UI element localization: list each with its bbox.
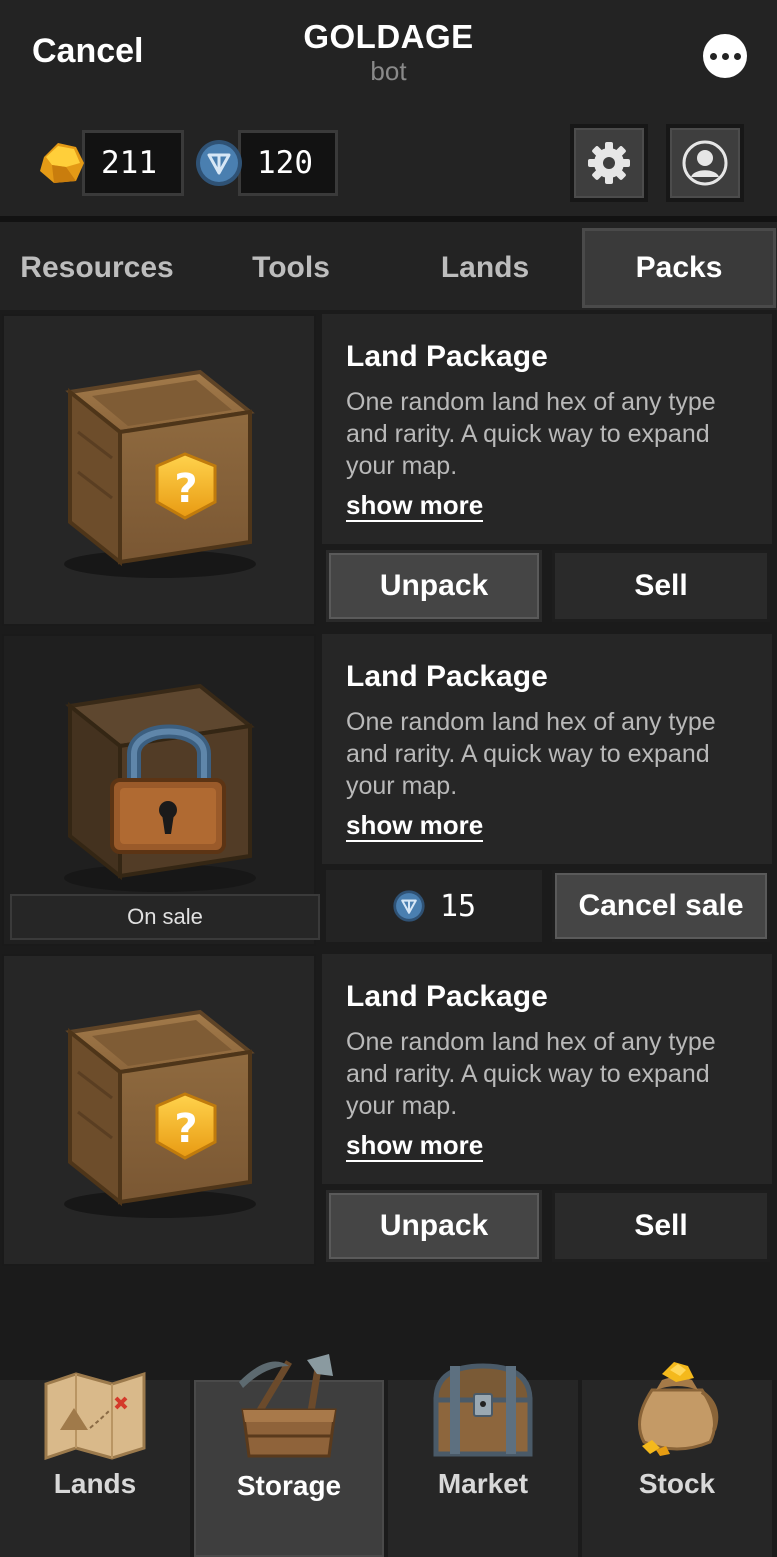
pack-description: One random land hex of any type and rari… [346, 1028, 716, 1120]
gold-nugget-icon [40, 143, 84, 183]
show-more-link[interactable]: show more [346, 810, 484, 842]
nav-label: Stock [638, 1468, 716, 1499]
chest-icon [433, 1363, 533, 1457]
nav-market[interactable]: Market [388, 1363, 578, 1557]
more-options-icon[interactable] [703, 34, 747, 78]
bottom-navigation: Lands Storage Market Stock [0, 1354, 777, 1557]
gold-amount: 211 [82, 130, 184, 196]
padlock-icon [110, 724, 226, 854]
pack-image-panel: ? [2, 954, 316, 1266]
tab-tools[interactable]: Tools [194, 228, 388, 308]
top-bar: Cancel GOLDAGE bot [0, 0, 777, 108]
pack-info: Land Package One random land hex of any … [322, 634, 772, 864]
pack-image-panel: ? [2, 314, 316, 626]
sell-button[interactable]: Sell [552, 550, 770, 622]
gear-icon [588, 142, 630, 184]
profile-button[interactable] [666, 124, 744, 202]
nav-label: Lands [53, 1468, 137, 1499]
gold-bag-icon [638, 1362, 719, 1456]
app-subtitle: bot [370, 56, 407, 86]
pack-info: Land Package One random land hex of any … [322, 954, 772, 1184]
pack-name: Land Package [346, 660, 548, 693]
cancel-sale-button[interactable]: Cancel sale [552, 870, 770, 942]
resource-bar: 211 120 [0, 108, 777, 218]
sale-price: 15 [326, 870, 542, 942]
pack-description: One random land hex of any type and rari… [346, 708, 716, 800]
price-value: 15 [439, 888, 477, 924]
unpack-button[interactable]: Unpack [326, 550, 542, 622]
pack-card: On sale Land Package One random land hex… [0, 630, 777, 946]
mystery-crate-icon: ? [64, 1009, 256, 1218]
tab-resources[interactable]: Resources [0, 228, 194, 308]
gold-balance: 211 [36, 130, 184, 196]
toolbox-icon [239, 1354, 337, 1458]
on-sale-label: On sale [10, 894, 320, 940]
sell-button[interactable]: Sell [552, 1190, 770, 1262]
category-tabs: Resources Tools Lands Packs [0, 222, 777, 310]
ton-coin-icon [393, 890, 425, 922]
pack-image-panel: On sale [2, 634, 320, 946]
map-icon [44, 1371, 146, 1460]
ton-balance: 120 [194, 130, 338, 196]
nav-storage[interactable]: Storage [194, 1354, 384, 1557]
nav-lands[interactable]: Lands [0, 1371, 190, 1557]
pack-card: ? Land Package One random land hex of an… [0, 950, 777, 1266]
nav-label: Storage [236, 1470, 342, 1501]
nav-label: Market [437, 1468, 529, 1499]
settings-button[interactable] [570, 124, 648, 202]
unpack-button[interactable]: Unpack [326, 1190, 542, 1262]
pack-name: Land Package [346, 980, 548, 1013]
ton-coin-icon [196, 140, 242, 186]
pack-description: One random land hex of any type and rari… [346, 388, 716, 480]
show-more-link[interactable]: show more [346, 490, 484, 522]
ton-amount: 120 [238, 130, 338, 196]
pack-name: Land Package [346, 340, 548, 373]
svg-text:?: ? [174, 466, 197, 512]
pack-info: Land Package One random land hex of any … [322, 314, 772, 544]
user-icon [682, 140, 728, 186]
tab-lands[interactable]: Lands [388, 228, 582, 308]
mystery-crate-icon: ? [64, 369, 256, 578]
svg-text:?: ? [174, 1106, 197, 1152]
app-title: GOLDAGE [303, 18, 474, 55]
tab-packs[interactable]: Packs [582, 228, 776, 308]
show-more-link[interactable]: show more [346, 1130, 484, 1162]
nav-stock[interactable]: Stock [582, 1362, 772, 1557]
pack-card: ? Land Package One random land hex of an… [0, 310, 777, 626]
title-block: GOLDAGE bot [0, 18, 777, 87]
